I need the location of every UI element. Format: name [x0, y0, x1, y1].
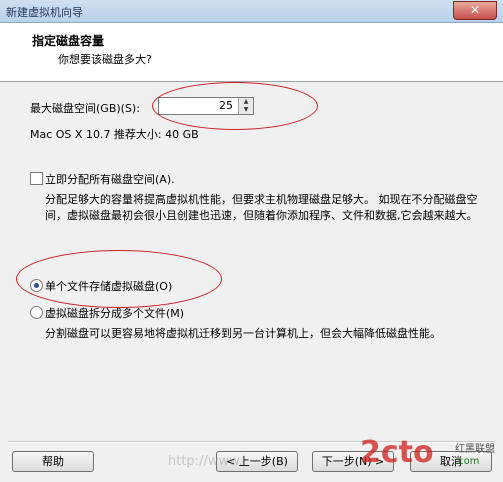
watermark-url: http://www. — [168, 454, 243, 469]
wizard-header: 指定磁盘容量 你想要该磁盘多大? — [0, 23, 503, 82]
page-title: 指定磁盘容量 — [32, 34, 105, 48]
recommended-size-text: Mac OS X 10.7 推荐大小: 40 GB — [30, 128, 199, 141]
close-button[interactable]: ✕ — [453, 1, 497, 20]
split-files-radio[interactable] — [30, 306, 43, 319]
split-description: 分割磁盘可以更容易地将虚拟机迁移到另一台计算机上，但会大幅降低磁盘性能。 — [45, 327, 441, 340]
allocate-now-checkbox[interactable] — [30, 172, 43, 185]
annotation-ellipse-size — [152, 82, 318, 130]
disk-size-label: 最大磁盘空间(GB)(S): — [30, 102, 140, 115]
allocate-description: 分配足够大的容量将提高虚拟机性能，但要求主机物理磁盘足够大。 如现在不分配磁盘空… — [45, 193, 478, 222]
window-title: 新建虚拟机向导 — [6, 6, 83, 19]
annotation-ellipse-single-file — [16, 250, 222, 308]
site-logo-side-text: 红黑联盟 — [455, 444, 495, 455]
site-logo: 2cto — [360, 435, 434, 470]
window-titlebar: 新建虚拟机向导 ✕ — [0, 0, 503, 23]
help-button[interactable]: 帮助 — [12, 451, 94, 472]
page-subtitle: 你想要该磁盘多大? — [58, 53, 152, 66]
site-logo-domain: .com — [455, 456, 480, 467]
allocate-now-label[interactable]: 立即分配所有磁盘空间(A). — [45, 171, 175, 187]
